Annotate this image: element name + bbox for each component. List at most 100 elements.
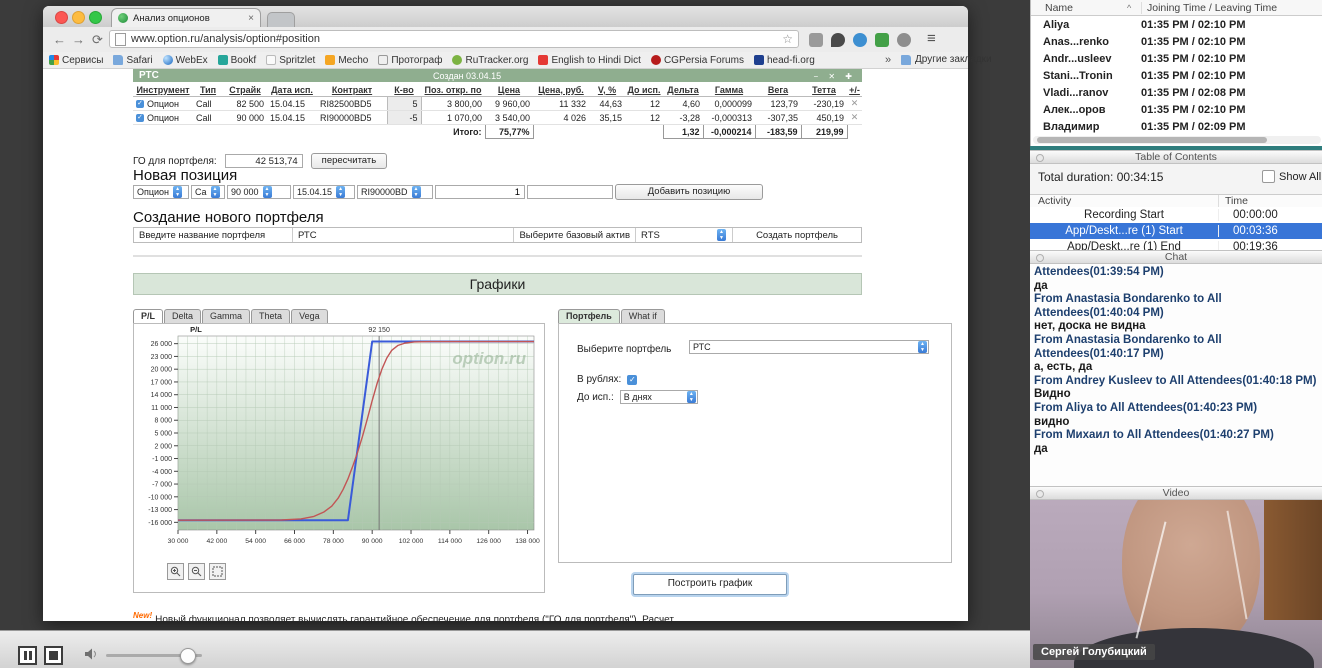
column-header[interactable]: +/- <box>847 83 862 97</box>
pause-button[interactable] <box>18 646 37 665</box>
extension-icon-2[interactable] <box>831 33 845 47</box>
instrument-select[interactable]: Опцион▲▼ <box>133 185 189 199</box>
column-header[interactable]: К-во <box>387 83 421 97</box>
bookmark-item[interactable]: Mecho <box>325 55 368 66</box>
zoom-out-icon[interactable] <box>188 563 205 580</box>
participant-row[interactable]: Andr...usleev 01:35 PM / 02:10 PM <box>1031 50 1322 67</box>
base-asset-select[interactable]: RTS▲▼ <box>636 228 733 242</box>
bookmark-item[interactable]: Сервисы <box>49 55 103 66</box>
tab-whatif[interactable]: What if <box>621 309 665 323</box>
portfolio-select[interactable]: РТС▲▼ <box>689 340 929 354</box>
browser-tab[interactable]: Анализ опционов × <box>111 8 261 27</box>
days-select[interactable]: В днях▲▼ <box>620 390 698 404</box>
column-header[interactable]: Дельта <box>663 83 703 97</box>
row-checkbox[interactable]: ✓ <box>136 100 144 108</box>
delete-row-icon[interactable]: ✕ <box>847 97 862 111</box>
contract-select[interactable]: RI90000BD▲▼ <box>357 185 433 199</box>
bookmark-item[interactable]: Safari <box>113 55 152 66</box>
reload-button[interactable]: ⟳ <box>89 31 106 48</box>
rubles-checkbox[interactable]: ✓ <box>627 375 637 385</box>
menu-icon[interactable]: ≡ <box>927 30 936 47</box>
bookmark-item[interactable]: Bookf <box>218 55 257 66</box>
toc-row[interactable]: App/Deskt...re (1) Start 00:03:36 <box>1030 223 1322 239</box>
window-minimize-button[interactable] <box>72 11 85 24</box>
bookmark-item[interactable]: CGPersia Forums <box>651 55 744 66</box>
column-header[interactable]: Контракт <box>317 83 387 97</box>
volume-slider-knob[interactable] <box>180 648 196 664</box>
new-tab-button[interactable] <box>267 12 295 27</box>
back-button[interactable]: ← <box>51 31 68 48</box>
address-bar[interactable]: www.option.ru/analysis/option#position ☆ <box>109 30 799 48</box>
column-header[interactable]: Инструмент <box>133 83 193 97</box>
column-header[interactable]: Цена, руб. <box>533 83 589 97</box>
tab-vega[interactable]: Vega <box>291 309 328 323</box>
show-all-checkbox[interactable] <box>1262 170 1275 183</box>
window-close-button[interactable] <box>55 11 68 24</box>
column-header[interactable]: Гамма <box>703 83 755 97</box>
speaker-icon[interactable] <box>84 647 100 661</box>
row-checkbox[interactable]: ✓ <box>136 114 144 122</box>
toc-row[interactable]: App/Deskt...re (1) End 00:19:36 <box>1030 239 1322 250</box>
tab-delta[interactable]: Delta <box>164 309 201 323</box>
window-zoom-button[interactable] <box>89 11 102 24</box>
zoom-reset-icon[interactable] <box>209 563 226 580</box>
participant-row[interactable]: Stani...Tronin 01:35 PM / 02:10 PM <box>1031 67 1322 84</box>
tab-gamma[interactable]: Gamma <box>202 309 250 323</box>
bookmark-item[interactable]: WebEx <box>163 55 208 66</box>
participant-row[interactable]: Anas...renko 01:35 PM / 02:10 PM <box>1031 33 1322 50</box>
forward-button[interactable]: → <box>70 31 87 48</box>
column-header[interactable]: Тип <box>193 83 223 97</box>
delete-row-icon[interactable]: ✕ <box>847 111 862 125</box>
column-header[interactable]: V, % <box>589 83 625 97</box>
participant-row[interactable]: Aliya 01:35 PM / 02:10 PM <box>1031 16 1322 33</box>
quantity-input[interactable]: 1 <box>435 185 525 199</box>
bookmark-star-icon[interactable]: ☆ <box>782 32 793 46</box>
expiry-select[interactable]: 15.04.15▲▼ <box>293 185 355 199</box>
bookmark-item[interactable]: Протограф <box>378 55 442 66</box>
add-position-button[interactable]: Добавить позицию <box>615 184 763 200</box>
recalculate-button[interactable]: пересчитать <box>311 153 388 169</box>
time-column-header[interactable]: Joining Time / Leaving Time <box>1141 2 1322 14</box>
column-header[interactable]: Дата исп. <box>267 83 317 97</box>
create-portfolio-button[interactable]: Создать портфель <box>733 228 861 242</box>
portfolio-name-input[interactable]: РТС <box>293 228 514 242</box>
toc-row[interactable]: Recording Start 00:00:00 <box>1030 207 1322 223</box>
extension-icon-3[interactable] <box>853 33 867 47</box>
column-header[interactable]: Поз. откр. по <box>421 83 485 97</box>
participants-scrollbar[interactable] <box>1033 136 1321 144</box>
bookmark-item[interactable]: Spritzlet <box>266 55 315 66</box>
panel-collapse-icon[interactable] <box>1036 490 1044 498</box>
column-header[interactable]: Страйк <box>223 83 267 97</box>
extension-icon-1[interactable] <box>809 33 823 47</box>
scrollbar-thumb[interactable] <box>1037 137 1267 143</box>
tab-portfolio[interactable]: Портфель <box>558 309 620 323</box>
participant-row[interactable]: Владимир 01:35 PM / 02:09 PM <box>1031 118 1322 135</box>
bookmark-item[interactable]: head-fi.org <box>754 55 815 66</box>
extension-icon-4[interactable] <box>875 33 889 47</box>
type-select[interactable]: Ca▲▼ <box>191 185 225 199</box>
strike-select[interactable]: 90 000▲▼ <box>227 185 291 199</box>
stop-button[interactable] <box>44 646 63 665</box>
extension-icon-5[interactable] <box>897 33 911 47</box>
sort-asc-icon[interactable]: ^ <box>1127 3 1141 13</box>
participant-row[interactable]: Алек...оров 01:35 PM / 02:10 PM <box>1031 101 1322 118</box>
tab-close-icon[interactable]: × <box>248 13 254 24</box>
participant-row[interactable]: Vladi...ranov 01:35 PM / 02:08 PM <box>1031 84 1322 101</box>
other-bookmarks-folder[interactable]: Другие закладки <box>901 54 992 65</box>
column-header[interactable]: До исп. <box>625 83 663 97</box>
panel-collapse-icon[interactable] <box>1036 154 1044 162</box>
bookmark-item[interactable]: RuTracker.org <box>452 55 528 66</box>
bookmarks-overflow-icon[interactable]: » <box>885 54 891 66</box>
tab-theta[interactable]: Theta <box>251 309 290 323</box>
zoom-in-icon[interactable] <box>167 563 184 580</box>
portfolio-window-controls[interactable]: − ✕ ✚ <box>813 72 856 81</box>
build-chart-button[interactable]: Построить график <box>633 574 787 595</box>
column-header[interactable]: Вега <box>755 83 801 97</box>
name-column-header[interactable]: Name <box>1031 2 1127 14</box>
price-input[interactable] <box>527 185 613 199</box>
panel-collapse-icon[interactable] <box>1036 254 1044 262</box>
column-header[interactable]: Тетта <box>801 83 847 97</box>
bookmark-item[interactable]: English to Hindi Dict <box>538 55 640 66</box>
column-header[interactable]: Цена <box>485 83 533 97</box>
go-value-input[interactable]: 42 513,74 <box>225 154 303 168</box>
